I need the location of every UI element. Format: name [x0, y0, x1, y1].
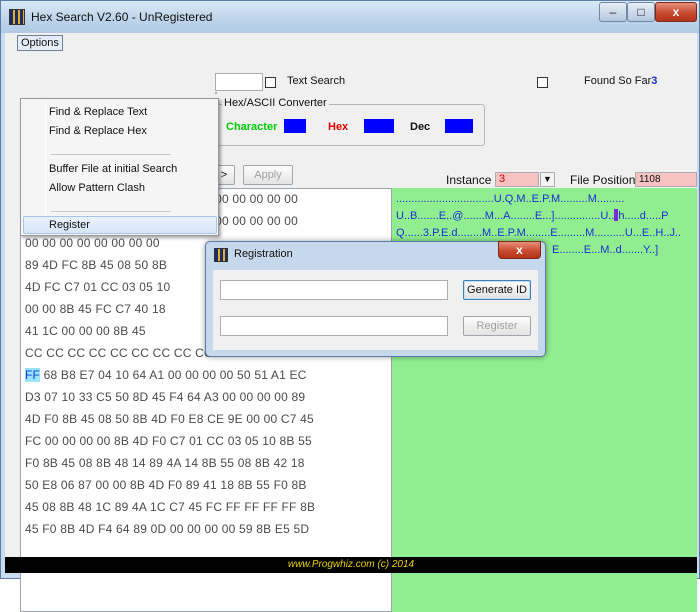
ascii-row[interactable]: E........E...M..d.......Y..] — [552, 242, 658, 258]
hex-row[interactable]: D3 07 10 33 C5 50 8D 45 F4 64 A3 00 00 0… — [25, 386, 305, 408]
chevron-down-icon[interactable]: ▼ — [540, 172, 555, 187]
hex-row[interactable]: 00 00 8B 45 FC C7 40 18 — [25, 298, 166, 320]
minimize-button[interactable]: – — [599, 2, 627, 22]
instance-select[interactable]: 3 — [495, 172, 539, 187]
found-count: 3 — [651, 75, 658, 87]
hex-row[interactable]: 45 08 8B 48 1C 89 4A 1C C7 45 FC FF FF F… — [25, 496, 315, 518]
dialog-body: Generate ID Register — [213, 270, 538, 350]
ascii-row[interactable]: U..B.......E..@.......M...A........E...]… — [396, 208, 669, 224]
converter-title: Hex/ASCII Converter — [222, 97, 329, 109]
text-search-checkbox[interactable] — [265, 77, 276, 88]
hex-row[interactable]: 45 F0 8B 4D F4 64 89 0D 00 00 00 00 59 8… — [25, 518, 309, 540]
hex-row-text: 68 B8 E7 04 10 64 A1 00 00 00 00 50 51 A… — [43, 368, 307, 382]
menu-separator — [51, 154, 171, 155]
menu-item-allow-pattern-clash[interactable]: Allow Pattern Clash — [49, 179, 145, 197]
footer-credit: www.Progwhiz.com (c) 2014 — [5, 557, 697, 573]
dialog-close-button[interactable]: x — [498, 241, 541, 259]
menu-bar: Options — [5, 33, 697, 51]
dec-field[interactable] — [445, 119, 473, 133]
main-panel: Text Search Found So Far3 Hex/ASCII Conv… — [5, 51, 697, 612]
menu-separator — [51, 211, 171, 212]
menu-item-find-replace-text[interactable]: Find & Replace Text — [49, 103, 147, 121]
ascii-row-text: h.....d.....P — [618, 210, 669, 222]
apply-button[interactable]: Apply — [243, 165, 293, 185]
hex-row[interactable]: FF 68 B8 E7 04 10 64 A1 00 00 00 00 50 5… — [25, 364, 307, 386]
menu-item-register[interactable]: Register — [49, 216, 90, 234]
maximize-button[interactable]: □ — [627, 2, 655, 22]
hex-row[interactable]: 41 1C 00 00 00 8B 45 — [25, 320, 146, 342]
app-window: Hex Search V2.60 - UnRegistered – □ x Op… — [0, 0, 700, 612]
ascii-row-text: U..B.......E..@.......M...A........E...]… — [396, 210, 615, 222]
search-value-field[interactable] — [215, 92, 217, 94]
close-button[interactable]: x — [655, 2, 697, 22]
ascii-row[interactable]: Q......3.P.E.d........M..E.P.M........E.… — [396, 225, 681, 241]
window-title: Hex Search V2.60 - UnRegistered — [31, 10, 213, 24]
registration-key-field[interactable] — [220, 316, 448, 336]
found-checkbox[interactable] — [537, 77, 548, 88]
hex-row[interactable]: FC 00 00 00 00 8B 4D F0 C7 01 CC 03 05 1… — [25, 430, 312, 452]
app-icon — [9, 9, 25, 25]
dec-label: Dec — [410, 121, 431, 133]
dialog-title: Registration — [234, 248, 293, 260]
register-button[interactable]: Register — [463, 316, 531, 336]
character-field[interactable] — [284, 119, 306, 133]
found-label-text: Found So Far — [584, 75, 652, 87]
registration-dialog: Registration x Generate ID Register — [205, 241, 546, 357]
id-field[interactable] — [220, 280, 448, 300]
hex-row[interactable]: 89 4D FC 8B 45 08 50 8B — [25, 254, 167, 276]
file-position-field[interactable]: 1108 — [635, 172, 697, 187]
hex-ascii-converter: Hex/ASCII Converter Character Hex Dec — [211, 97, 485, 146]
hex-cursor[interactable]: FF — [25, 368, 41, 382]
hex-row[interactable]: 4D FC C7 01 CC 03 05 10 — [25, 276, 170, 298]
text-search-label: Text Search — [287, 75, 346, 87]
found-so-far-label: Found So Far3 — [584, 75, 657, 87]
menu-item-find-replace-hex[interactable]: Find & Replace Hex — [49, 122, 147, 140]
character-label: Character — [226, 121, 278, 133]
menu-item-buffer-file[interactable]: Buffer File at initial Search — [49, 160, 177, 178]
menu-options[interactable]: Options — [17, 35, 63, 51]
hex-label: Hex — [328, 121, 349, 133]
ascii-row[interactable]: ................................U.Q.M..E… — [396, 191, 624, 207]
hex-row[interactable]: 50 E8 06 87 00 00 8B 4D F0 89 41 18 8B 5… — [25, 474, 307, 496]
options-menu: Find & Replace Text Find & Replace Hex B… — [20, 98, 219, 236]
hex-row[interactable]: 4D F0 8B 45 08 50 8B 4D F0 E8 CE 9E 00 0… — [25, 408, 314, 430]
hex-row[interactable]: F0 8B 45 08 8B 48 14 89 4A 14 8B 55 08 8… — [25, 452, 305, 474]
generate-id-button[interactable]: Generate ID — [463, 280, 531, 300]
hex-field[interactable] — [364, 119, 394, 133]
menu-gutter — [45, 101, 46, 233]
instance-label: Instance — [446, 173, 492, 187]
dialog-icon — [214, 248, 228, 262]
file-position-label: File Position — [570, 173, 636, 187]
title-bar[interactable]: Hex Search V2.60 - UnRegistered – □ x — [1, 1, 699, 33]
search-input[interactable] — [215, 73, 263, 91]
